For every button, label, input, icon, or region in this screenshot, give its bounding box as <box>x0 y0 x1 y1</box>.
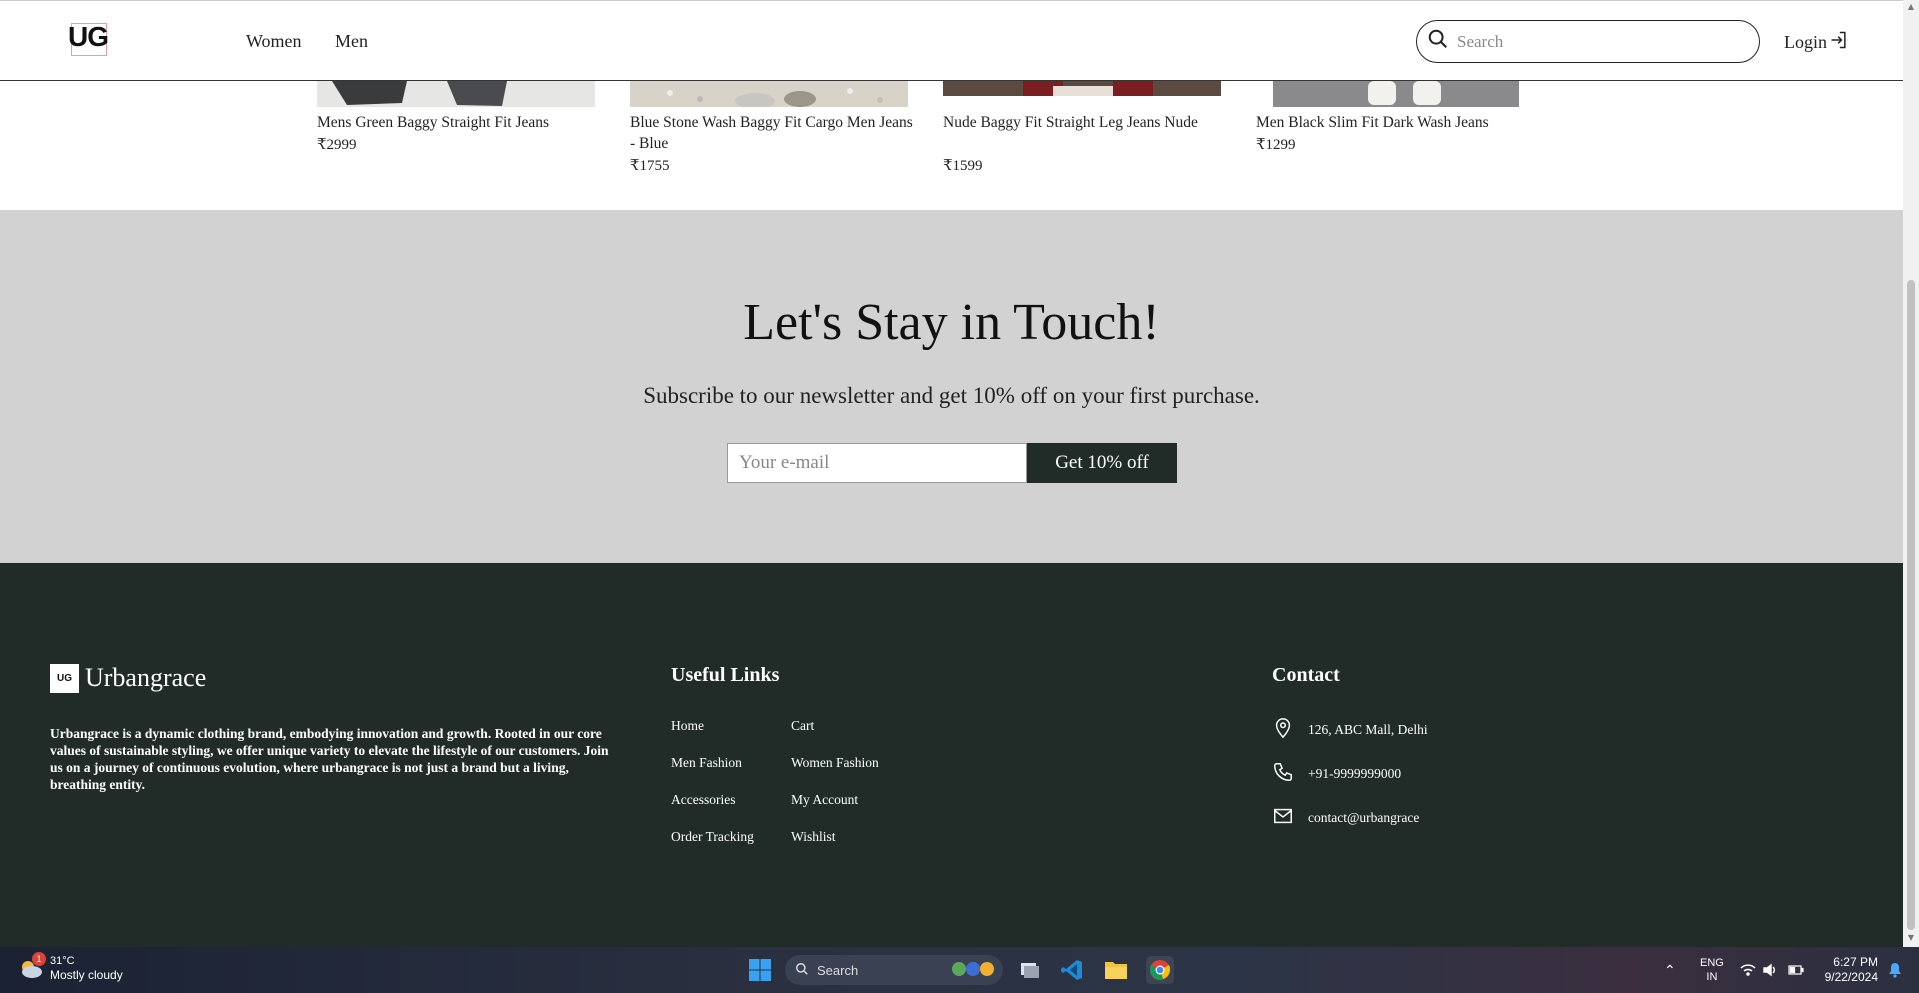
weather-cloud-icon: 1 <box>18 952 46 981</box>
weather-widget[interactable]: 1 31°C Mostly cloudy <box>18 952 123 982</box>
location-pin-icon <box>1272 717 1294 743</box>
footer-link-men-fashion[interactable]: Men Fashion <box>671 755 742 771</box>
language-bottom: IN <box>1706 971 1718 983</box>
nav-women[interactable]: Women <box>246 31 302 52</box>
product-image[interactable] <box>943 81 1221 96</box>
contact-heading: Contact <box>1272 664 1340 686</box>
newsletter-subtext: Subscribe to our newsletter and get 10% … <box>643 383 1260 408</box>
footer-logo[interactable]: UG Urbangrace <box>50 663 206 693</box>
file-explorer-icon[interactable] <box>1102 956 1130 984</box>
useful-links-heading: Useful Links <box>671 664 780 686</box>
footer-link-home[interactable]: Home <box>671 718 704 734</box>
windows-start-icon[interactable] <box>746 956 774 984</box>
product-image[interactable] <box>630 81 908 107</box>
windows-taskbar: 1 31°C Mostly cloudy Search ⌃ ENG IN 6:2… <box>0 947 1919 993</box>
phone-icon <box>1272 761 1294 787</box>
weather-badge: 1 <box>32 952 46 966</box>
chrome-icon[interactable] <box>1146 956 1174 984</box>
site-logo[interactable]: UG <box>68 21 110 56</box>
product-name[interactable]: Men Black Slim Fit Dark Wash Jeans <box>1256 112 1546 133</box>
contact-address: 126, ABC Mall, Delhi <box>1272 717 1428 743</box>
product-price: ₹1599 <box>943 158 983 174</box>
clock-time: 6:27 PM <box>1833 955 1878 969</box>
contact-email-text: contact@urbangrace <box>1308 810 1420 825</box>
scroll-down-arrow-icon[interactable]: ▼ <box>1907 934 1915 942</box>
volume-icon[interactable] <box>1762 947 1778 993</box>
footer-link-wishlist[interactable]: Wishlist <box>791 829 835 845</box>
wifi-icon[interactable] <box>1740 947 1756 993</box>
product-price: ₹1299 <box>1256 137 1296 153</box>
scrollbar-thumb[interactable] <box>1907 280 1915 930</box>
taskbar-search-label: Search <box>817 962 859 978</box>
search-bar[interactable] <box>1416 20 1760 63</box>
language-top: ENG <box>1700 957 1724 969</box>
search-input[interactable] <box>1457 31 1737 52</box>
battery-icon[interactable] <box>1788 947 1804 993</box>
notification-bell-icon[interactable] <box>1888 947 1902 993</box>
contact-phone-text: +91-9999999000 <box>1308 766 1402 781</box>
site-footer: UG Urbangrace Urbangrace is a dynamic cl… <box>0 563 1903 947</box>
footer-logo-mark: UG <box>50 663 79 693</box>
site-header: UG Women Men Login <box>0 0 1903 81</box>
scroll-up-arrow-icon[interactable]: ▲ <box>1907 3 1915 11</box>
product-name[interactable]: Nude Baggy Fit Straight Leg Jeans Nude <box>943 112 1213 133</box>
mail-icon <box>1272 805 1294 831</box>
taskbar-search[interactable]: Search <box>785 955 1003 985</box>
login-label: Login <box>1784 32 1827 52</box>
footer-brand-name: Urbangrace <box>85 663 207 692</box>
footer-about-text: Urbangrace is a dynamic clothing brand, … <box>50 726 609 792</box>
footer-link-order-tracking[interactable]: Order Tracking <box>671 829 754 845</box>
contact-email: contact@urbangrace <box>1272 805 1419 831</box>
contact-phone: +91-9999999000 <box>1272 761 1401 787</box>
search-icon[interactable] <box>1427 28 1449 55</box>
login-icon <box>1829 30 1849 55</box>
login-link[interactable]: Login <box>1784 30 1849 55</box>
newsletter-submit-button[interactable]: Get 10% off <box>1027 443 1177 483</box>
tray-overflow-chevron-icon[interactable]: ⌃ <box>1664 947 1676 993</box>
language-indicator[interactable]: ENG IN <box>1700 947 1724 993</box>
product-price: ₹1755 <box>630 158 670 174</box>
product-name[interactable]: Mens Green Baggy Straight Fit Jeans <box>317 112 597 133</box>
weather-temperature: 31°C <box>50 955 75 967</box>
logo-text: UG <box>68 21 109 52</box>
footer-link-women-fashion[interactable]: Women Fashion <box>791 755 879 771</box>
footer-link-my-account[interactable]: My Account <box>791 792 858 808</box>
product-name[interactable]: Blue Stone Wash Baggy Fit Cargo Men Jean… <box>630 112 920 154</box>
newsletter-section: Let's Stay in Touch! Subscribe to our ne… <box>0 210 1903 563</box>
newsletter-heading: Let's Stay in Touch! <box>743 294 1160 351</box>
taskbar-search-icon <box>795 962 809 979</box>
footer-link-accessories[interactable]: Accessories <box>671 792 735 808</box>
footer-link-cart[interactable]: Cart <box>791 718 814 734</box>
product-price: ₹2999 <box>317 137 357 153</box>
page-scrollbar[interactable]: ▲ ▼ <box>1903 0 1919 947</box>
task-view-icon[interactable] <box>1015 956 1043 984</box>
clock-date: 9/22/2024 <box>1824 970 1878 984</box>
search-highlight-icon <box>949 959 995 982</box>
product-image[interactable] <box>1273 81 1519 107</box>
newsletter-email-input[interactable] <box>727 443 1027 483</box>
weather-description: Mostly cloudy <box>50 968 123 982</box>
product-image[interactable] <box>317 81 595 107</box>
nav-men[interactable]: Men <box>335 31 368 52</box>
vscode-icon[interactable] <box>1058 956 1086 984</box>
contact-address-text: 126, ABC Mall, Delhi <box>1308 722 1428 737</box>
clock[interactable]: 6:27 PM 9/22/2024 <box>1822 947 1878 993</box>
